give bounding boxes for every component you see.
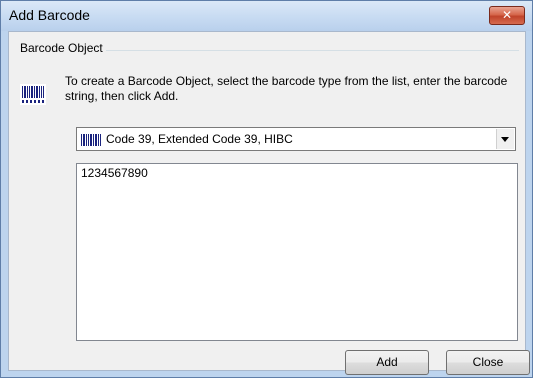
barcode-type-select[interactable]: Code 39, Extended Code 39, HIBC [76, 127, 516, 151]
barcode-type-value: Code 39, Extended Code 39, HIBC [106, 132, 293, 146]
dropdown-arrow-button[interactable] [496, 129, 514, 149]
barcode-string-input[interactable]: 1234567890 [76, 163, 518, 341]
close-button[interactable]: Close [446, 350, 530, 375]
add-barcode-dialog: Add Barcode ✕ Barcode Object To create a… [0, 0, 533, 378]
group-label: Barcode Object [17, 41, 106, 55]
barcode-icon [20, 84, 46, 105]
instructions-text: To create a Barcode Object, select the b… [65, 74, 508, 103]
dialog-title: Add Barcode [9, 7, 90, 23]
dialog-body: Barcode Object To create a Barcode Objec… [8, 31, 530, 375]
close-window-button[interactable]: ✕ [489, 6, 525, 25]
add-button[interactable]: Add [345, 350, 429, 375]
title-bar[interactable]: Add Barcode ✕ [1, 1, 532, 31]
barcode-small-icon [81, 134, 101, 146]
chevron-down-icon [501, 137, 509, 142]
